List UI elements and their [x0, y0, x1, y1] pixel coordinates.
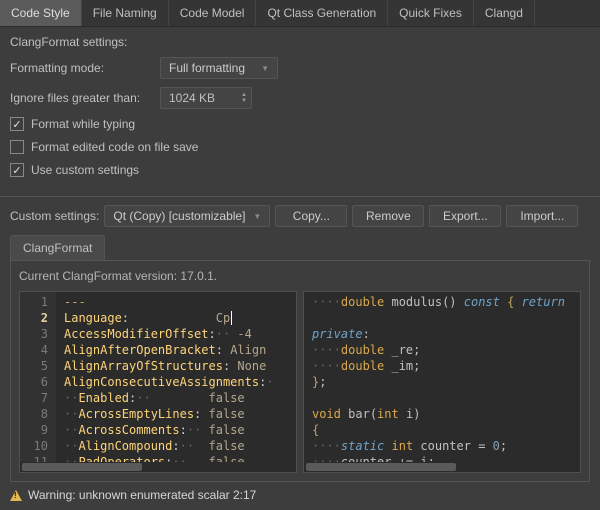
scrollbar-horizontal[interactable]	[20, 462, 296, 472]
formatting-mode-dropdown[interactable]: Full formatting ▼	[160, 57, 278, 79]
ignore-files-label: Ignore files greater than:	[10, 91, 160, 105]
formatting-mode-label: Formatting mode:	[10, 61, 160, 75]
warning-icon	[10, 490, 22, 501]
clangformat-config-editor[interactable]: 1234567891011 ---Language: CpAccessModif…	[19, 291, 297, 473]
tab-code-model[interactable]: Code Model	[169, 0, 257, 26]
use-custom-settings-checkbox[interactable]: ✓	[10, 163, 24, 177]
import-button[interactable]: Import...	[506, 205, 578, 227]
tab-clangformat[interactable]: ClangFormat	[10, 235, 105, 260]
custom-settings-dropdown[interactable]: Qt (Copy) [customizable] ▼	[104, 205, 270, 227]
use-custom-settings-label: Use custom settings	[31, 163, 139, 177]
export-button[interactable]: Export...	[429, 205, 501, 227]
line-gutter: 1234567891011	[20, 292, 56, 472]
code-preview: ····double modulus() const { return priv…	[303, 291, 581, 473]
remove-button[interactable]: Remove	[352, 205, 424, 227]
tab-clangd[interactable]: Clangd	[474, 0, 535, 26]
custom-settings-value: Qt (Copy) [customizable]	[113, 209, 245, 223]
warning-bar: Warning: unknown enumerated scalar 2:17	[0, 482, 600, 508]
tab-file-naming[interactable]: File Naming	[82, 0, 169, 26]
ignore-files-spinbox[interactable]: 1024 KB ▲ ▼	[160, 87, 252, 109]
format-on-save-label: Format edited code on file save	[31, 140, 198, 154]
format-on-save-checkbox[interactable]	[10, 140, 24, 154]
tab-quick-fixes[interactable]: Quick Fixes	[388, 0, 474, 26]
divider	[0, 196, 600, 197]
tab-code-style[interactable]: Code Style	[0, 0, 82, 26]
chevron-down-icon: ▼	[253, 212, 261, 221]
copy-button[interactable]: Copy...	[275, 205, 347, 227]
scrollbar-horizontal[interactable]	[304, 462, 580, 472]
clangformat-version-label: Current ClangFormat version: 17.0.1.	[19, 269, 581, 283]
warning-text: Warning: unknown enumerated scalar 2:17	[28, 488, 256, 502]
settings-tabs: Code StyleFile NamingCode ModelQt Class …	[0, 0, 600, 27]
format-while-typing-checkbox[interactable]: ✓	[10, 117, 24, 131]
format-while-typing-label: Format while typing	[31, 117, 135, 131]
clangformat-panel: Current ClangFormat version: 17.0.1. 123…	[10, 260, 590, 482]
clangformat-settings-label: ClangFormat settings:	[10, 35, 590, 49]
tab-qt-class-generation[interactable]: Qt Class Generation	[256, 0, 388, 26]
custom-settings-label: Custom settings:	[10, 209, 99, 223]
ignore-files-value: 1024 KB	[169, 91, 215, 105]
chevron-down-icon: ▼	[261, 64, 269, 73]
formatting-mode-value: Full formatting	[169, 61, 245, 75]
spin-down-icon[interactable]: ▼	[241, 98, 247, 104]
